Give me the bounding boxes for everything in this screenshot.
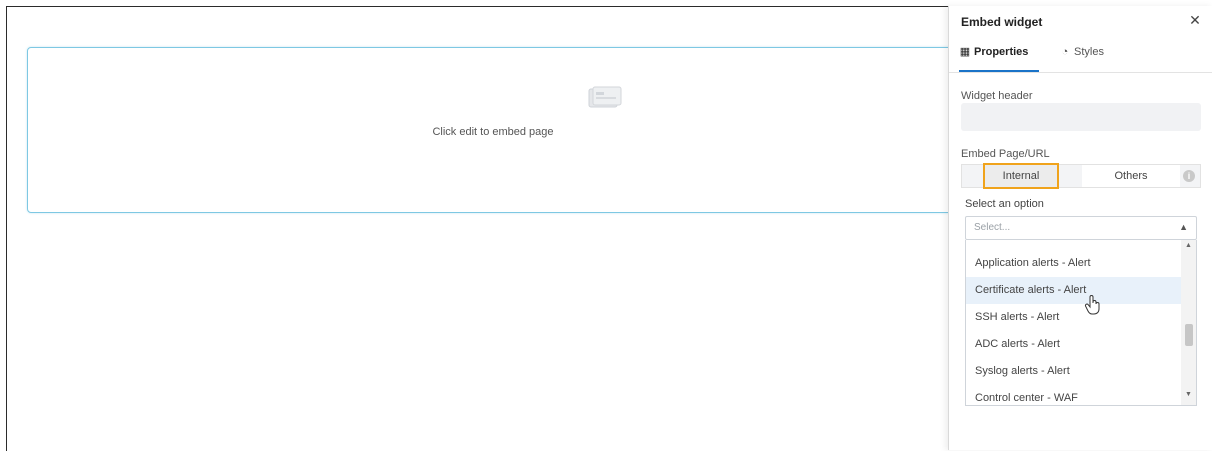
embed-others-option[interactable]: Others	[1082, 165, 1180, 187]
close-icon: ✕	[1189, 12, 1201, 28]
grid-icon: ▦	[959, 46, 971, 58]
panel-tabs: ▦ Properties ◔ Styles	[949, 38, 1212, 73]
palette-icon: ◔	[1061, 46, 1069, 58]
info-icon[interactable]: i	[1183, 170, 1195, 182]
embed-page-icon	[588, 86, 622, 108]
tab-styles[interactable]: ◔ Styles	[1059, 38, 1129, 70]
widget-header-label: Widget header	[961, 90, 1033, 102]
list-item[interactable]: Application alerts - Alert	[966, 250, 1181, 277]
scrollbar-thumb[interactable]	[1185, 324, 1193, 346]
widget-header-input[interactable]	[961, 103, 1201, 131]
list-item[interactable]: Certificate alerts - Alert	[966, 277, 1181, 304]
select-option-label: Select an option	[965, 198, 1044, 210]
tab-properties-label: Properties	[974, 46, 1029, 58]
tab-properties[interactable]: ▦ Properties	[959, 38, 1039, 72]
close-button[interactable]: ✕	[1187, 12, 1203, 28]
tab-styles-label: Styles	[1074, 46, 1104, 58]
embed-type-toggle: Internal Others i	[961, 163, 1201, 189]
select-dropdown: Application alerts - Alert Certificate a…	[965, 240, 1197, 406]
list-item[interactable]: Control center - WAF	[966, 385, 1181, 405]
embed-widget-placeholder[interactable]: Click edit to embed page	[27, 47, 959, 213]
list-item[interactable]: SSH alerts - Alert	[966, 304, 1181, 331]
dropdown-scrollbar[interactable]: ▲ ▼	[1181, 240, 1196, 405]
embed-page-url-label: Embed Page/URL	[961, 148, 1050, 160]
embed-widget-panel: Embed widget ✕ ▦ Properties ◔ Styles Widge…	[948, 6, 1212, 450]
list-item[interactable]: Syslog alerts - Alert	[966, 358, 1181, 385]
select-placeholder: Select...	[974, 222, 1011, 233]
list-item-partial	[966, 240, 1181, 250]
scroll-up-icon[interactable]: ▲	[1181, 242, 1196, 254]
panel-header: Embed widget ✕	[949, 6, 1212, 36]
scroll-down-icon[interactable]: ▼	[1181, 391, 1196, 403]
dropdown-list: Application alerts - Alert Certificate a…	[966, 240, 1181, 405]
list-item[interactable]: ADC alerts - Alert	[966, 331, 1181, 358]
embed-hint-text: Click edit to embed page	[432, 126, 554, 138]
page-select[interactable]: Select... ▲	[965, 216, 1197, 240]
panel-title: Embed widget	[961, 15, 1043, 29]
hand-cursor-icon	[1084, 295, 1100, 315]
embed-internal-option[interactable]: Internal	[983, 163, 1059, 189]
chevron-up-icon: ▲	[1179, 222, 1188, 232]
